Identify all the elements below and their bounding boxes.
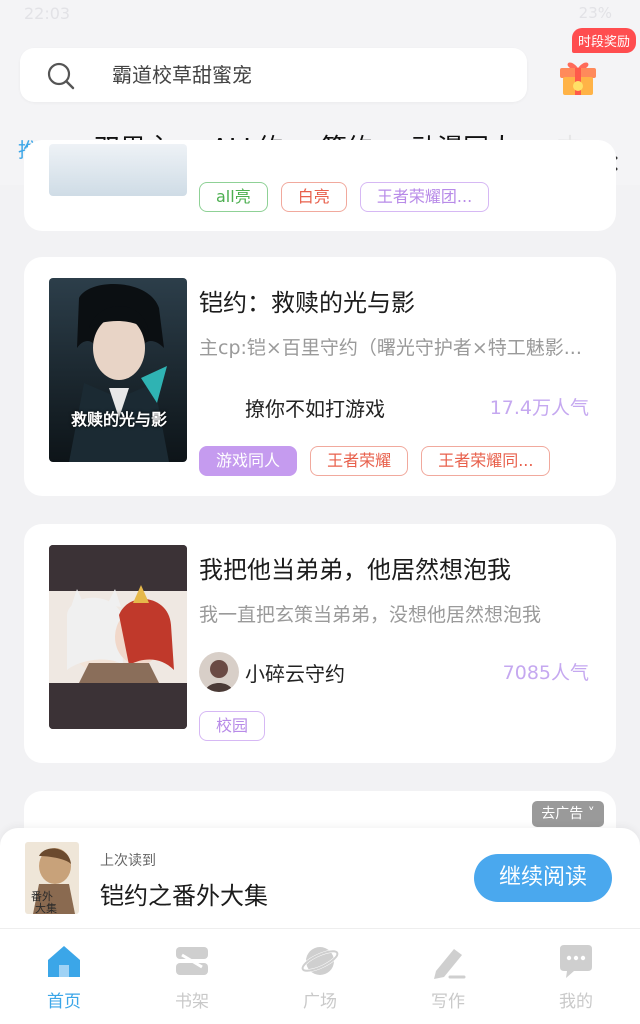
nav-write[interactable]: 写作 <box>398 941 498 1021</box>
bookshelf-icon <box>172 941 212 981</box>
search-icon <box>46 61 76 95</box>
tag[interactable]: 王者荣耀团... <box>359 182 490 212</box>
book-card[interactable]: all亮 白亮 王者荣耀团... <box>24 140 616 231</box>
tag[interactable]: 游戏同人 <box>199 446 298 476</box>
tag[interactable]: all亮 <box>199 182 268 212</box>
continue-reading-button[interactable]: 继续阅读 <box>474 854 612 902</box>
pen-icon <box>428 941 468 981</box>
tag[interactable]: 王者荣耀同... <box>421 446 551 476</box>
status-battery: 23% <box>578 4 612 22</box>
svg-text:大集: 大集 <box>35 901 57 914</box>
bottom-nav: 首页 书架 广场 写作 我的 <box>0 928 640 1024</box>
book-card[interactable]: 我把他当弟弟，他居然想泡我 我一直把玄策当弟弟，没想他居然想泡我 小碎云守约 7… <box>24 524 616 763</box>
book-description: 我一直把玄策当弟弟，没想他居然想泡我 <box>199 604 542 626</box>
author-name[interactable]: 撩你不如打游戏 <box>245 393 385 422</box>
tag[interactable]: 校园 <box>199 711 266 741</box>
book-cover[interactable]: 救赎的光与影 <box>49 278 187 462</box>
tag-list: all亮 白亮 王者荣耀团... <box>199 182 497 212</box>
home-icon <box>44 941 84 981</box>
book-cover <box>49 144 187 196</box>
nav-home[interactable]: 首页 <box>14 941 114 1021</box>
cover-title-text: 救赎的光与影 <box>70 410 167 429</box>
search-bar[interactable] <box>20 48 527 102</box>
tag[interactable]: 王者荣耀 <box>310 446 409 476</box>
last-read-label: 上次读到 <box>100 853 156 869</box>
book-cover[interactable] <box>49 545 187 729</box>
nav-plaza[interactable]: 广场 <box>270 941 370 1021</box>
popularity-count: 7085人气 <box>502 662 589 684</box>
book-title[interactable]: 铠约：救赎的光与影 <box>199 283 415 318</box>
status-time: 22:03 <box>24 4 71 23</box>
tag-list: 校园 <box>199 711 273 741</box>
status-bar: 22:03 23% <box>0 0 640 28</box>
author-row: 撩你不如打游戏 17.4万人气 <box>199 387 589 427</box>
book-cover[interactable]: 番外 大集 <box>25 842 79 914</box>
nav-mine[interactable]: 我的 <box>526 941 626 1021</box>
author-row: 小碎云守约 7085人气 <box>199 652 589 692</box>
remove-ad-button[interactable]: 去广告 ˅ <box>532 801 604 827</box>
nav-bookshelf[interactable]: 书架 <box>142 941 242 1021</box>
tag-list: 游戏同人 王者荣耀 王者荣耀同... <box>199 446 558 476</box>
chat-bubble-icon <box>556 941 596 981</box>
gift-icon[interactable] <box>556 54 600 98</box>
last-read-title[interactable]: 铠约之番外大集 <box>100 876 268 911</box>
avatar[interactable] <box>199 652 239 692</box>
book-card[interactable]: 救赎的光与影 铠约：救赎的光与影 主cp:铠×百里守约（曙光守护者×特工魅影..… <box>24 257 616 496</box>
tag[interactable]: 白亮 <box>280 182 347 212</box>
continue-reading-bar[interactable]: 番外 大集 上次读到 铠约之番外大集 继续阅读 <box>0 828 640 928</box>
author-name[interactable]: 小碎云守约 <box>245 658 345 687</box>
popularity-count: 17.4万人气 <box>489 397 589 419</box>
planet-icon <box>300 941 340 981</box>
search-input[interactable] <box>112 60 512 90</box>
book-description: 主cp:铠×百里守约（曙光守护者×特工魅影... <box>199 337 582 359</box>
reward-badge[interactable]: 时段奖励 <box>572 28 637 53</box>
book-title[interactable]: 我把他当弟弟，他居然想泡我 <box>199 550 511 585</box>
